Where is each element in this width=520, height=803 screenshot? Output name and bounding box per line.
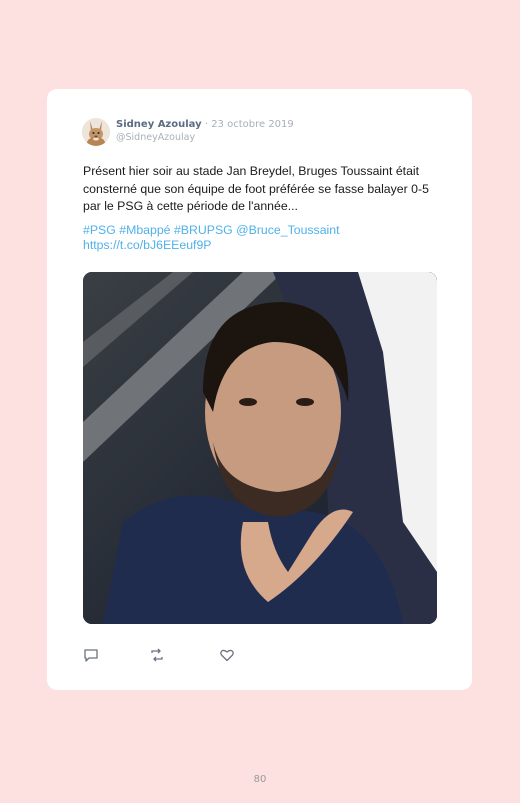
hashtag-psg[interactable]: #PSG bbox=[83, 223, 116, 237]
retweet-icon[interactable] bbox=[149, 647, 165, 663]
hashtag-mbappe[interactable]: #Mbappé bbox=[119, 223, 170, 237]
separator: · bbox=[204, 119, 208, 130]
tweet-date[interactable]: 23 octobre 2019 bbox=[211, 119, 294, 130]
mention-bruce-toussaint[interactable]: @Bruce_Toussaint bbox=[236, 223, 339, 237]
reply-icon[interactable] bbox=[83, 647, 99, 663]
tweet-photo[interactable] bbox=[83, 272, 437, 624]
page-number: 80 bbox=[253, 774, 267, 785]
author-name[interactable]: Sidney Azoulay bbox=[116, 119, 202, 130]
hashtag-brupsg[interactable]: #BRUPSG bbox=[174, 223, 233, 237]
tweet-card: Sidney Azoulay · 23 octobre 2019 @Sidney… bbox=[47, 89, 472, 690]
heart-icon[interactable] bbox=[219, 647, 235, 663]
rabbit-avatar-icon[interactable] bbox=[82, 118, 110, 146]
tweet-text: Présent hier soir au stade Jan Breydel, … bbox=[83, 164, 429, 213]
author-handle[interactable]: @SidneyAzoulay bbox=[116, 132, 195, 143]
author-line: Sidney Azoulay · 23 octobre 2019 bbox=[116, 119, 294, 130]
tweet-tags: #PSG #Mbappé #BRUPSG @Bruce_Toussaint ht… bbox=[83, 223, 443, 253]
tweet-link[interactable]: https://t.co/bJ6EEeuf9P bbox=[83, 238, 443, 253]
